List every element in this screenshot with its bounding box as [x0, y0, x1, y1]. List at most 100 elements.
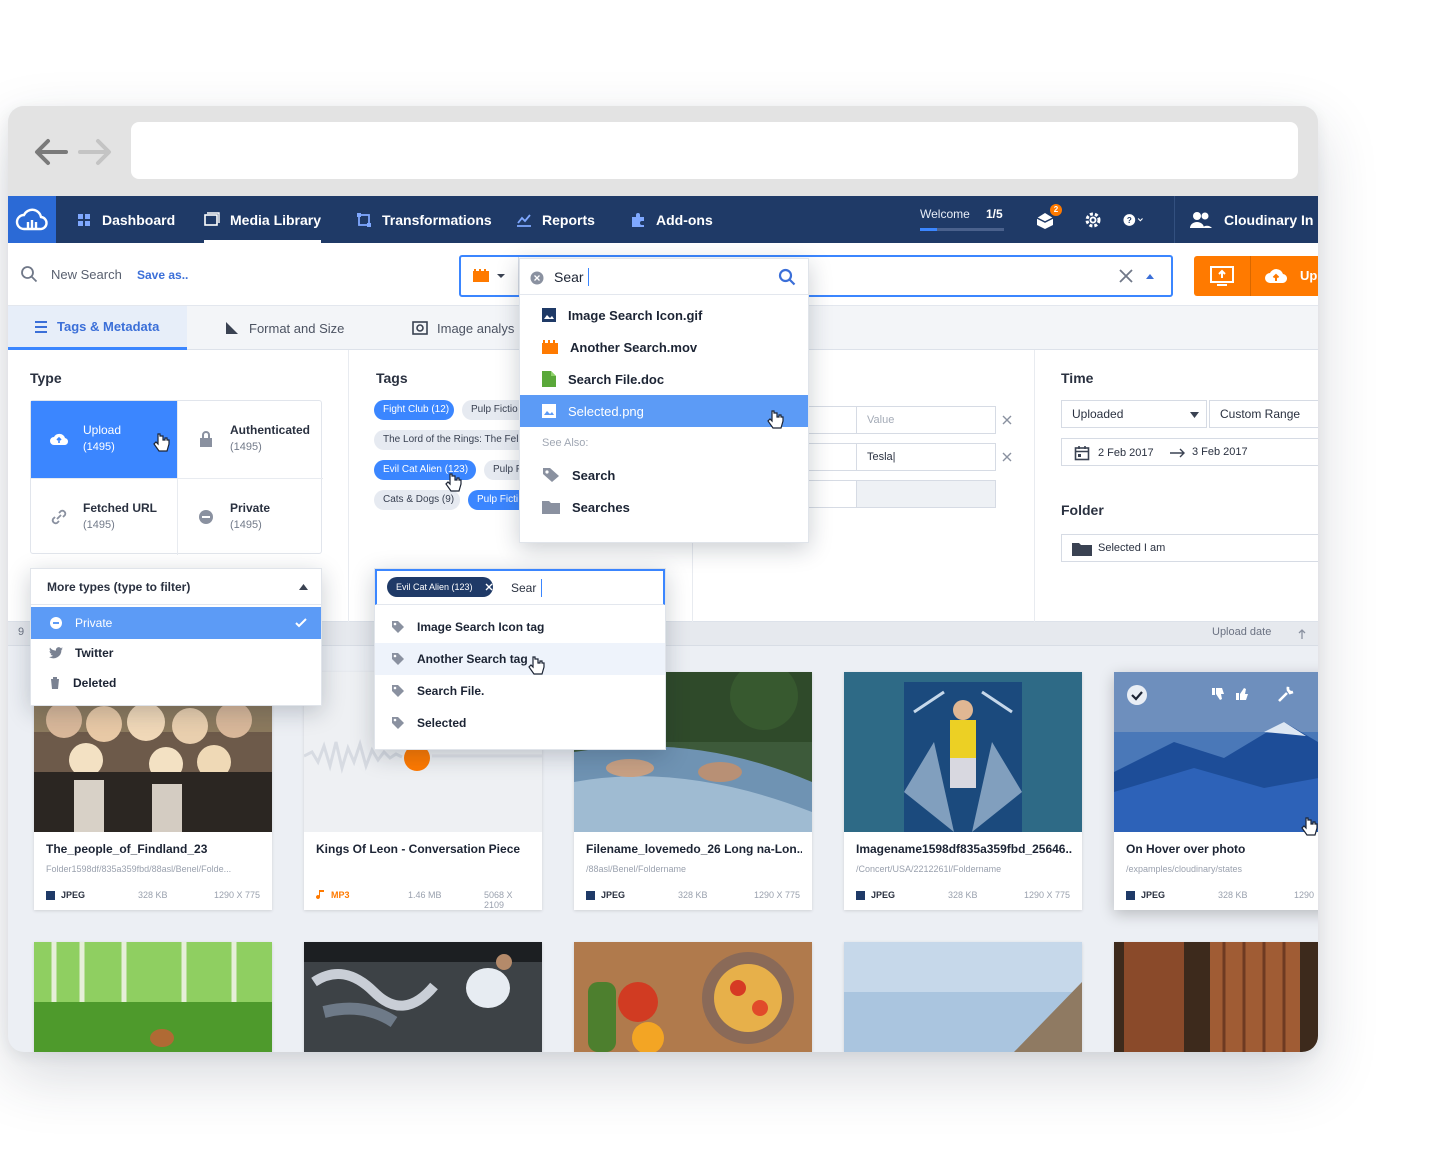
search-icon[interactable]	[778, 268, 796, 286]
folder-select[interactable]: Selected I am	[1061, 534, 1318, 562]
welcome-progress-bar	[920, 228, 1004, 231]
more-types-option-private[interactable]: Private	[31, 607, 321, 639]
search-query-text: Sear	[554, 269, 584, 285]
remove-tag-icon[interactable]	[485, 583, 493, 591]
welcome-label[interactable]: Welcome	[920, 207, 970, 221]
nav-media-library[interactable]: Media Library	[204, 196, 322, 243]
format-label: MP3	[331, 890, 350, 900]
tag-suggestion-label: Another Search tag	[417, 652, 528, 666]
media-card-format: JPEG	[46, 890, 85, 900]
nav-transformations[interactable]: Transformations	[356, 196, 492, 243]
metadata-value-field[interactable]	[856, 480, 996, 508]
tag-search-input[interactable]: Evil Cat Alien (123) Sear	[375, 569, 665, 605]
tab-image-analysis[interactable]: Image analys	[412, 306, 514, 350]
time-type-select[interactable]: Uploaded	[1061, 400, 1207, 428]
media-card-size: 1.46 MB	[408, 890, 442, 900]
media-card[interactable]	[304, 942, 542, 1052]
hand-cursor-icon	[767, 410, 784, 429]
media-card[interactable]	[574, 942, 812, 1052]
tag-suggestion[interactable]: Search File.	[375, 675, 665, 707]
tag-suggestion[interactable]: Selected	[375, 707, 665, 739]
search-suggestion[interactable]: Selected.png	[520, 395, 808, 427]
metadata-key-field[interactable]	[808, 443, 856, 471]
select-check-icon[interactable]	[1126, 684, 1148, 706]
selected-tag-label: Evil Cat Alien (123)	[396, 582, 473, 592]
metadata-value-field[interactable]: Value	[856, 406, 996, 434]
clear-query-icon[interactable]	[530, 271, 544, 285]
wrench-icon[interactable]	[1276, 684, 1296, 704]
clear-search-icon[interactable]	[1117, 267, 1135, 285]
media-card-dims: 1290 X 775	[1024, 890, 1071, 900]
time-range-select[interactable]: Custom Range	[1209, 400, 1318, 428]
welcome-progress-text: 1/5	[986, 207, 1003, 221]
more-types-option-twitter[interactable]: Twitter	[31, 637, 321, 669]
sort-arrow-up-icon[interactable]	[1298, 629, 1306, 639]
media-card-size: 328 KB	[138, 890, 168, 900]
more-types-input[interactable]: More types (type to filter)	[31, 569, 321, 605]
type-authenticated[interactable]: Authenticated (1495)	[177, 401, 323, 478]
panel-divider	[348, 350, 349, 622]
media-card[interactable]: Imagename1598df835a359fbd_25646... /Conc…	[844, 672, 1082, 910]
media-card-footer: JPEG 328 KB 1290 X 775	[586, 890, 802, 902]
remove-field-icon[interactable]	[1002, 452, 1012, 462]
media-card-dims: 1290 X 775	[214, 890, 261, 900]
nav-dashboard[interactable]: Dashboard	[76, 196, 175, 243]
selected-tag-chip[interactable]: Evil Cat Alien (123)	[387, 577, 493, 597]
type-fetched-url[interactable]: Fetched URL (1495)	[31, 478, 177, 555]
metadata-key-field[interactable]	[808, 480, 856, 508]
search-suggestion-label: Selected.png	[568, 403, 644, 419]
remove-field-icon[interactable]	[1002, 415, 1012, 425]
type-private[interactable]: Private (1495)	[177, 478, 323, 555]
media-card[interactable]	[844, 942, 1082, 1052]
media-card[interactable]: The_people_of_Findland_23 Folder1598df/8…	[34, 672, 272, 910]
forward-arrow-icon[interactable]	[76, 132, 116, 172]
cloud-logo-icon[interactable]	[8, 196, 56, 243]
tag-chip[interactable]: The Lord of the Rings: The Fel	[374, 430, 534, 450]
tag-suggestion[interactable]: Another Search tag	[375, 643, 665, 675]
more-types-option-deleted[interactable]: Deleted	[31, 667, 321, 699]
tags-title: Tags	[376, 370, 408, 386]
nav-divider	[1174, 196, 1175, 243]
tag-chip[interactable]: Fight Club (12)	[374, 400, 454, 420]
chevron-up-icon[interactable]	[1145, 272, 1155, 280]
search-suggestion[interactable]: Search File.doc	[520, 363, 808, 395]
media-card-path: /Concert/USA/2212261l/Foldername	[856, 864, 1002, 874]
search-query-row[interactable]: Sear	[520, 259, 808, 295]
save-as-link[interactable]: Save as..	[137, 268, 188, 282]
nav-reports[interactable]: Reports	[516, 196, 595, 243]
media-type-selector[interactable]	[461, 257, 519, 295]
type-fetched-url-count: (1495)	[83, 519, 115, 531]
format-label: JPEG	[61, 890, 86, 900]
search-suggestion[interactable]: Image Search Icon.gif	[520, 299, 808, 331]
media-card[interactable]	[1114, 942, 1318, 1052]
back-arrow-icon[interactable]	[30, 132, 70, 172]
redwood-thumbnail	[1114, 942, 1318, 1052]
image-file-icon	[586, 890, 595, 900]
type-fetched-url-label: Fetched URL	[83, 501, 158, 515]
help-icon[interactable]: ?	[1122, 209, 1144, 231]
see-also-item[interactable]: Searches	[520, 491, 808, 523]
metadata-value-field[interactable]: Tesla|	[856, 443, 996, 471]
account-menu[interactable]: Cloudinary In	[1190, 196, 1313, 243]
media-card[interactable]	[34, 942, 272, 1052]
tag-suggestion[interactable]: Image Search Icon tag	[375, 611, 665, 643]
nav-addons[interactable]: Add-ons	[630, 196, 713, 243]
type-private-count: (1495)	[230, 519, 262, 531]
see-also-item[interactable]: Search	[520, 459, 808, 491]
media-library-icon	[204, 211, 220, 226]
thumbs-down-icon[interactable]	[1210, 686, 1226, 702]
date-range-field[interactable]: 2 Feb 2017 3 Feb 2017	[1061, 438, 1318, 466]
address-bar[interactable]	[131, 122, 1298, 179]
cloud-upload-icon	[1265, 269, 1288, 284]
metadata-key-field[interactable]	[808, 406, 856, 434]
ruler-icon	[226, 322, 238, 334]
tab-format-size[interactable]: Format and Size	[224, 306, 344, 350]
new-search-label[interactable]: New Search	[51, 267, 122, 282]
media-card[interactable]: On Hover over photo /expamples/cloudinar…	[1114, 672, 1318, 910]
gear-icon[interactable]	[1082, 209, 1104, 231]
thumbs-up-icon[interactable]	[1234, 686, 1250, 702]
sort-upload-date[interactable]: Upload date	[1212, 626, 1271, 638]
tab-tags-metadata[interactable]: Tags & Metadata	[8, 306, 188, 350]
search-suggestion[interactable]: Another Search.mov	[520, 331, 808, 363]
media-card-dims: 1290	[1294, 890, 1315, 900]
